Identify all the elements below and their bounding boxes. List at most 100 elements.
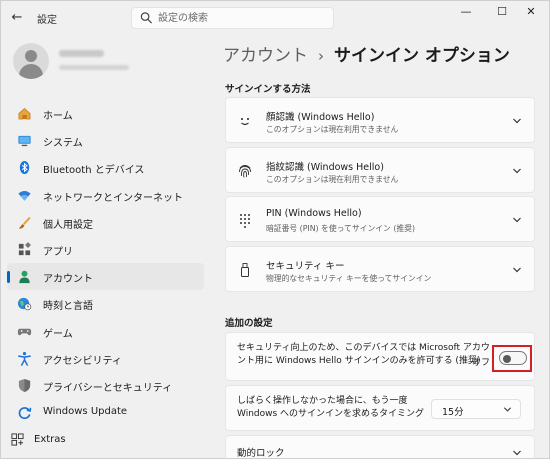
option-title: 顔認識 (Windows Hello) [266, 112, 375, 123]
description-line: ント用に Windows Hello サインインのみを許可する (推奨) [237, 356, 481, 366]
option-subtitle: 暗証番号 (PIN) を使ってサインイン (推奨) [266, 224, 415, 233]
sidebar-item-accessibility[interactable]: アクセシビリティ [7, 345, 204, 372]
hello-only-toggle[interactable] [499, 351, 527, 365]
fingerprint-icon [239, 165, 251, 178]
home-icon [18, 107, 31, 120]
hello-only-setting: セキュリティ向上のため、このデバイスでは Microsoft アカウ ント用に … [225, 332, 535, 381]
title-bar: ← 設定 — ☐ ✕ [1, 1, 549, 35]
sidebar-item-bluetooth[interactable]: Bluetooth とデバイス [7, 154, 204, 181]
sidebar-item-privacy[interactable]: プライバシーとセキュリティ [7, 372, 204, 399]
signin-option-security-key[interactable]: セキュリティ キー 物理的なセキュリティ キーを使ってサインイン [225, 246, 535, 292]
sidebar-item-time-language[interactable]: 時刻と言語 [7, 290, 204, 317]
sidebar-item-personalization[interactable]: 個人用設定 [7, 209, 204, 236]
sidebar-item-label: ホーム [43, 111, 73, 122]
sidebar-item-label: Windows Update [43, 406, 128, 418]
usb-key-icon [241, 263, 249, 277]
maximize-icon: ☐ [497, 5, 507, 18]
app-title: 設定 [37, 15, 57, 26]
option-subtitle: 物理的なセキュリティ キーを使ってサインイン [266, 274, 432, 283]
require-signin-description: しばらく操作しなかった場合に、もう一度 Windows へのサインインを求めるタ… [237, 395, 427, 421]
chevron-down-icon [503, 407, 512, 412]
breadcrumb-separator: › [318, 47, 324, 65]
bluetooth-icon [19, 161, 30, 175]
avatar [13, 43, 49, 79]
dropdown-selected-value: 15分 [442, 407, 464, 418]
update-icon [18, 407, 32, 420]
option-title: セキュリティ キー [266, 261, 345, 272]
sidebar-item-accounts[interactable]: アカウント [7, 263, 204, 291]
apps-icon [18, 242, 31, 256]
option-title: 指紋認識 (Windows Hello) [266, 162, 384, 173]
settings-window: ← 設定 — ☐ ✕ [0, 0, 550, 459]
chevron-down-icon [513, 267, 521, 273]
sidebar-item-label: アプリ [43, 246, 73, 258]
minimize-button[interactable]: — [448, 1, 484, 25]
chevron-down-icon [513, 217, 521, 223]
option-subtitle: このオプションは現在利用できません [266, 175, 399, 184]
signin-option-face[interactable]: 顔認識 (Windows Hello) このオプションは現在利用できません [225, 97, 535, 143]
close-button[interactable]: ✕ [513, 1, 549, 25]
signin-option-fingerprint[interactable]: 指紋認識 (Windows Hello) このオプションは現在利用できません [225, 147, 535, 193]
require-signin-dropdown[interactable]: 15分 [431, 399, 521, 419]
sidebar-item-label: Extras [34, 434, 66, 445]
account-icon [19, 270, 30, 284]
sidebar-item-label: Bluetooth とデバイス [43, 165, 145, 177]
active-indicator [7, 271, 10, 284]
gamepad-icon [17, 328, 32, 335]
sidebar-item-network[interactable]: ネットワークとインターネット [7, 182, 204, 209]
sidebar-item-label: プライバシーとセキュリティ [43, 382, 173, 394]
toggle-state-label: オフ [472, 358, 491, 368]
sidebar-item-home[interactable]: ホーム [7, 100, 204, 127]
profile-email-blurred [59, 65, 129, 70]
back-arrow-icon: ← [11, 10, 23, 25]
search-box[interactable] [131, 7, 334, 29]
option-subtitle: このオプションは現在利用できません [266, 125, 399, 134]
sidebar-item-label: 個人用設定 [43, 219, 93, 231]
search-icon [140, 12, 153, 24]
brush-icon [18, 216, 31, 229]
description-line: セキュリティ向上のため、このデバイスでは Microsoft アカウ [237, 343, 490, 353]
option-title: 動的ロック [237, 448, 285, 459]
chevron-down-icon [513, 168, 521, 174]
chevron-down-icon [513, 450, 521, 456]
sidebar-item-label: ゲーム [43, 328, 73, 340]
sidebar-item-label: ネットワークとインターネット [43, 192, 183, 204]
search-input[interactable] [158, 10, 328, 26]
extras-icon [11, 433, 24, 446]
accessibility-icon [18, 351, 31, 366]
page-title: サインイン オプション [334, 46, 510, 66]
breadcrumb-parent[interactable]: アカウント [223, 46, 308, 66]
sidebar-nav: ホーム システム Bluetooth とデバイス ネットワークとインターネット [7, 100, 205, 426]
sidebar-item-label: システム [43, 138, 83, 150]
sidebar-item-windows-update[interactable]: Windows Update [7, 399, 204, 426]
globe-clock-icon [17, 298, 32, 311]
sidebar-item-apps[interactable]: アプリ [7, 236, 204, 263]
hello-only-description: セキュリティ向上のため、このデバイスでは Microsoft アカウ ント用に … [237, 342, 490, 368]
section-title-signin: サインインする方法 [225, 84, 311, 95]
sidebar-item-system[interactable]: システム [7, 127, 204, 154]
dynamic-lock-setting[interactable]: 動的ロック [225, 435, 535, 459]
close-icon: ✕ [526, 5, 536, 18]
profile-name-blurred [59, 50, 104, 57]
option-title: PIN (Windows Hello) [266, 208, 362, 219]
avatar-head [25, 50, 37, 62]
description-line: しばらく操作しなかった場合に、もう一度 [237, 396, 408, 406]
toggle-knob [503, 354, 511, 363]
chevron-down-icon [513, 118, 521, 124]
minimize-icon: — [460, 5, 472, 18]
face-icon [241, 118, 249, 126]
sidebar-item-label: アクセシビリティ [43, 355, 122, 367]
back-button[interactable]: ← [9, 10, 25, 26]
require-signin-setting: しばらく操作しなかった場合に、もう一度 Windows へのサインインを求めるタ… [225, 385, 535, 431]
wifi-icon [18, 190, 31, 201]
pin-keypad-icon [240, 214, 250, 228]
breadcrumb: アカウント › サインイン オプション [223, 41, 510, 66]
shield-icon [18, 378, 31, 392]
description-line: Windows へのサインインを求めるタイミング [237, 409, 425, 419]
section-title-additional: 追加の設定 [225, 318, 273, 329]
sidebar-item-label: アカウント [43, 274, 93, 286]
avatar-body [19, 64, 43, 79]
sidebar-item-gaming[interactable]: ゲーム [7, 318, 204, 345]
sidebar-item-label: 時刻と言語 [43, 301, 93, 313]
signin-option-pin[interactable]: PIN (Windows Hello) 暗証番号 (PIN) を使ってサインイン… [225, 196, 535, 242]
